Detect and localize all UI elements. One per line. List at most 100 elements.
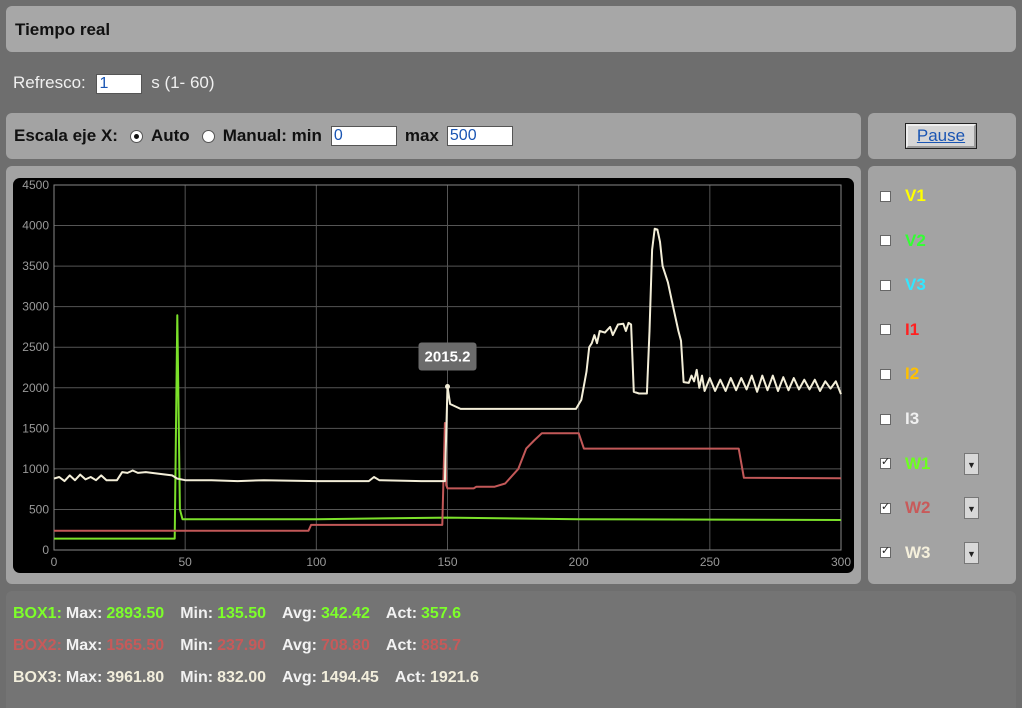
box-label: BOX1: [13, 605, 62, 622]
max-value: 1565.50 [106, 637, 165, 654]
avg-label: Avg: [282, 605, 317, 622]
legend-label: V1 [905, 186, 926, 205]
auto-radio[interactable] [129, 129, 143, 143]
legend-item-w2[interactable]: W2 [880, 498, 931, 518]
legend-item-v2[interactable]: V2 [880, 231, 926, 251]
y-tick-label: 3500 [22, 259, 49, 273]
min-value: 135.50 [217, 605, 267, 622]
avg-value: 342.42 [320, 605, 370, 622]
avg-value: 1494.45 [320, 669, 379, 686]
y-tick-label: 4000 [22, 219, 49, 233]
y-tick-label: 4500 [22, 178, 49, 192]
page-title: Tiempo real [15, 20, 111, 39]
legend-label: V3 [905, 275, 926, 295]
legend-label: V2 [905, 230, 926, 250]
max-value: 3961.80 [106, 669, 165, 686]
xscale-label: Escala eje X: [14, 126, 118, 145]
max-label: Max: [65, 605, 103, 622]
x-tick-label: 100 [306, 555, 326, 569]
max-input[interactable] [446, 126, 513, 146]
act-value: 885.7 [421, 637, 462, 654]
stats-row: BOX2: Max: 1565.50 Min: 237.90 Avg: 708.80 Act:… [13, 637, 461, 655]
x-tick-label: 0 [51, 555, 58, 569]
y-tick-label: 2500 [22, 340, 49, 354]
legend-checkbox[interactable] [880, 455, 891, 470]
min-input[interactable] [330, 126, 397, 146]
pause-panel: Pause [868, 113, 1016, 159]
auto-label: Auto [150, 126, 190, 145]
refresh-label: Refresco: [13, 73, 86, 92]
legend-checkbox[interactable] [880, 279, 891, 291]
legend-checkbox[interactable] [880, 544, 891, 559]
max-value: 2893.50 [106, 605, 165, 622]
legend-checkbox[interactable] [880, 190, 891, 202]
max-label: Max: [65, 637, 103, 654]
legend-label: I2 [905, 364, 920, 384]
legend-item-i3[interactable]: I3 [880, 409, 919, 429]
y-tick-label: 3000 [22, 300, 49, 314]
legend-checkbox[interactable] [880, 413, 891, 425]
legend-label: W3 [905, 542, 931, 562]
legend-item-v1[interactable]: V1 [880, 186, 926, 206]
min-value: 832.00 [217, 669, 267, 686]
chart-panel: 0 50 100 150 200 250 300 0 500 1000 1500 2000 2500 30… [6, 166, 861, 584]
act-value: 357.6 [421, 605, 462, 622]
legend-item-w3[interactable]: W3 [880, 543, 931, 563]
y-tick-label: 1000 [22, 462, 49, 476]
box-label: BOX2: [13, 637, 62, 654]
legend-label: W1 [905, 453, 931, 473]
legend-label: I3 [905, 409, 920, 428]
act-label: Act: [394, 669, 426, 686]
box-label: BOX3: [13, 669, 62, 686]
y-tick-label: 500 [29, 502, 49, 516]
legend-item-i1[interactable]: I1 [880, 320, 919, 340]
refresh-row: Refresco: s (1- 60) [13, 73, 215, 94]
x-tick-label: 150 [437, 555, 457, 569]
legend-item-w1[interactable]: W1 [880, 454, 931, 474]
x-tick-label: 250 [700, 555, 720, 569]
legend-checkbox[interactable] [880, 368, 891, 380]
act-label: Act: [385, 637, 418, 654]
min-label: Min: [180, 637, 214, 654]
stats-row: BOX1: Max: 2893.50 Min: 135.50 Avg: 342.42 Act:… [13, 605, 461, 623]
y-tick-label: 1500 [22, 421, 49, 435]
series-options-dropdown[interactable]: ▼ [964, 452, 979, 475]
xscale-bar: Escala eje X: Auto Manual: min max [6, 113, 861, 159]
min-label: Min: [180, 605, 214, 622]
legend-item-i2[interactable]: I2 [880, 364, 919, 384]
series-legend: V1 V2 V3 I1 I2 I3 W1 ▼ W2 ▼ W3 ▼ [868, 166, 1016, 584]
avg-label: Avg: [282, 637, 317, 654]
min-value: 237.90 [217, 637, 267, 654]
refresh-input[interactable] [96, 73, 143, 94]
legend-label: I1 [905, 319, 920, 339]
y-tick-label: 0 [42, 543, 49, 557]
max-label: Max: [65, 669, 103, 686]
x-tick-label: 300 [831, 555, 851, 569]
legend-item-v3[interactable]: V3 [880, 275, 926, 295]
max-label: max [404, 126, 439, 145]
x-tick-label: 200 [569, 555, 589, 569]
legend-checkbox[interactable] [880, 235, 891, 247]
tooltip-point [445, 384, 450, 390]
act-value: 1921.6 [429, 669, 479, 686]
stats-panel: BOX1: Max: 2893.50 Min: 135.50 Avg: 342.42 Act:… [6, 591, 1016, 708]
avg-label: Avg: [282, 669, 317, 686]
act-label: Act: [385, 605, 418, 622]
manual-min-label: Manual: min [222, 126, 322, 145]
tooltip-label: 2015.2 [425, 349, 471, 366]
avg-value: 708.80 [320, 637, 370, 654]
legend-checkbox[interactable] [880, 500, 891, 514]
min-label: Min: [180, 669, 214, 686]
stats-row: BOX3: Max: 3961.80 Min: 832.00 Avg: 1494.45 Act… [13, 669, 479, 687]
series-options-dropdown[interactable]: ▼ [964, 497, 979, 520]
series-options-dropdown[interactable]: ▼ [964, 541, 979, 564]
pause-button[interactable]: Pause [905, 123, 977, 149]
line-chart: 0 50 100 150 200 250 3000500100015002000250030… [13, 178, 854, 573]
legend-checkbox[interactable] [880, 324, 891, 336]
manual-radio[interactable] [201, 129, 215, 143]
title-bar: Tiempo real [6, 6, 1016, 52]
legend-label: W2 [905, 498, 931, 518]
refresh-range-text: s (1- 60) [151, 73, 215, 92]
plot-background [13, 178, 854, 573]
y-tick-label: 2000 [22, 381, 49, 395]
